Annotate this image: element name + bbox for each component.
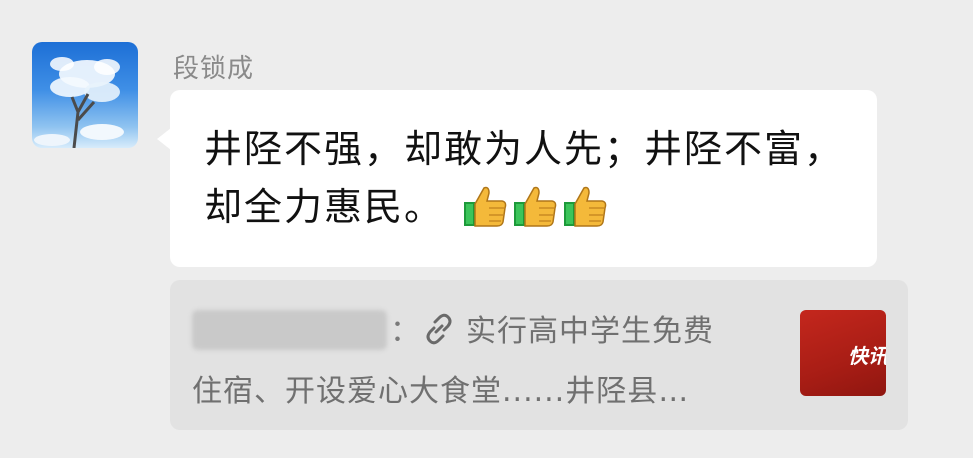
quote-title-line1: 实行高中学生免费 — [466, 314, 714, 349]
message-bubble[interactable]: 井陉不强，却敢为人先；井陉不富，却全力惠民。 — [170, 90, 877, 267]
snowy-tree-image — [34, 57, 124, 148]
thumbs-up-icon — [462, 184, 508, 244]
sender-name: 段锁成 — [173, 54, 255, 84]
avatar[interactable] — [32, 42, 138, 148]
link-thumbnail: 快讯 — [800, 310, 886, 396]
thumbs-up-icon — [562, 184, 608, 244]
thumbs-up-icon — [512, 184, 558, 244]
link-icon — [422, 312, 456, 350]
message-content: 井陉不强，却敢为人先；井陉不富，却全力惠民。 — [204, 120, 854, 244]
quote-colon: ： — [390, 314, 420, 349]
thumbnail-text: 快讯 — [848, 344, 886, 368]
bubble-tail — [157, 128, 171, 150]
quote-title-line2: 住宿、开设爱心大食堂......井陉县… — [192, 374, 690, 409]
quoted-link-card[interactable]: ██████████ ： 实行高中学生免费 住宿、开设爱心大食堂......井陉… — [170, 280, 908, 430]
quote-author-blurred: ██████████ — [192, 310, 387, 350]
